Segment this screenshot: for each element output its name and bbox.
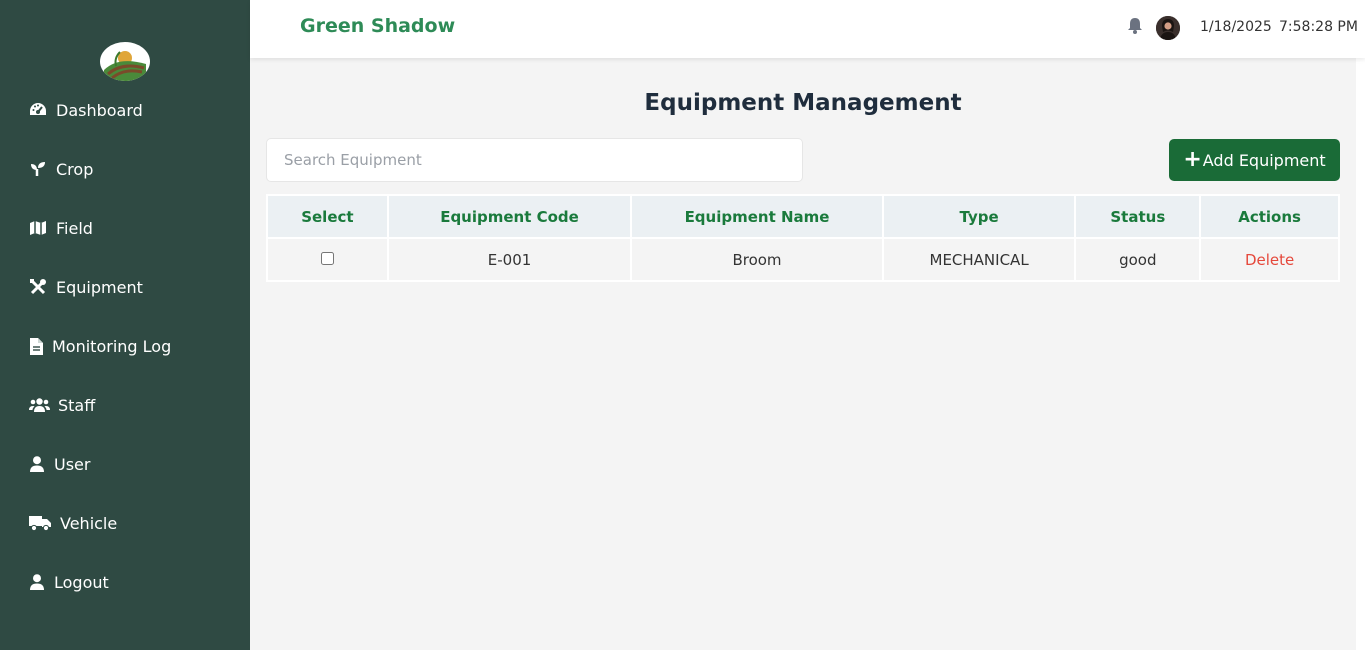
add-equipment-label: Add Equipment: [1202, 150, 1326, 170]
bell-icon[interactable]: [1127, 17, 1145, 35]
sidebar-item-label: Crop: [56, 159, 94, 179]
sidebar-item-label: Dashboard: [56, 100, 143, 120]
user-icon: [28, 572, 46, 592]
brand-title: Green Shadow: [300, 15, 456, 37]
table-row: E-001 Broom MECHANICAL good Delete: [266, 237, 1340, 282]
sidebar-item-field[interactable]: Field: [28, 213, 93, 243]
equipment-status-cell: good: [1074, 237, 1202, 282]
user-icon: [28, 454, 46, 474]
delete-button[interactable]: Delete: [1245, 251, 1294, 269]
sidebar-item-label: Monitoring Log: [52, 336, 172, 356]
sidebar-item-label: Logout: [54, 572, 109, 592]
column-header-status: Status: [1074, 194, 1202, 239]
sidebar-item-dashboard[interactable]: Dashboard: [28, 95, 143, 125]
column-header-select: Select: [266, 194, 389, 239]
top-header: Green Shadow 1/18/2025 7:58:28 PM: [250, 0, 1365, 58]
actions-cell: Delete: [1199, 237, 1340, 282]
sidebar-item-staff[interactable]: Staff: [28, 390, 95, 420]
sidebar-item-logout[interactable]: Logout: [28, 567, 109, 597]
gauge-icon: [28, 100, 48, 120]
sidebar: Dashboard Crop Field Equipment Monitorin…: [0, 0, 250, 650]
select-cell: [266, 237, 389, 282]
seedling-icon: [28, 159, 48, 179]
column-header-type: Type: [881, 194, 1077, 239]
plus-icon: +: [1183, 147, 1202, 172]
sidebar-item-label: Equipment: [56, 277, 143, 297]
equipment-type-cell: MECHANICAL: [881, 237, 1077, 282]
sidebar-item-user[interactable]: User: [28, 449, 90, 479]
users-icon: [28, 395, 50, 415]
main-content: Equipment Management + Add Equipment Sel…: [250, 58, 1356, 650]
avatar[interactable]: [1156, 16, 1180, 40]
column-header-equipment-code: Equipment Code: [386, 194, 633, 239]
current-date: 1/18/2025: [1200, 19, 1272, 35]
truck-icon: [28, 513, 52, 533]
search-input[interactable]: [266, 138, 803, 182]
add-equipment-button[interactable]: + Add Equipment: [1169, 139, 1340, 181]
column-header-equipment-name: Equipment Name: [630, 194, 884, 239]
scrollbar-track[interactable]: [1356, 58, 1365, 650]
sidebar-item-crop[interactable]: Crop: [28, 154, 93, 184]
equipment-table: Select Equipment Code Equipment Name Typ…: [266, 194, 1340, 282]
sidebar-item-vehicle[interactable]: Vehicle: [28, 508, 117, 538]
equipment-name-cell: Broom: [630, 237, 884, 282]
table-header-row: Select Equipment Code Equipment Name Typ…: [266, 194, 1340, 239]
row-select-checkbox[interactable]: [320, 251, 334, 265]
file-icon: [28, 336, 44, 356]
tools-icon: [28, 277, 48, 297]
column-header-actions: Actions: [1199, 194, 1340, 239]
app-logo: [100, 42, 150, 81]
map-icon: [28, 218, 48, 238]
page-title: Equipment Management: [644, 90, 962, 116]
sidebar-item-label: Vehicle: [60, 513, 118, 533]
sidebar-item-label: Field: [56, 218, 93, 238]
sidebar-item-label: User: [54, 454, 91, 474]
current-time: 7:58:28 PM: [1279, 19, 1358, 35]
sidebar-item-label: Staff: [58, 395, 96, 415]
sidebar-item-monitoring-log[interactable]: Monitoring Log: [28, 331, 171, 361]
sidebar-item-equipment[interactable]: Equipment: [28, 272, 143, 302]
equipment-code-cell: E-001: [386, 237, 633, 282]
